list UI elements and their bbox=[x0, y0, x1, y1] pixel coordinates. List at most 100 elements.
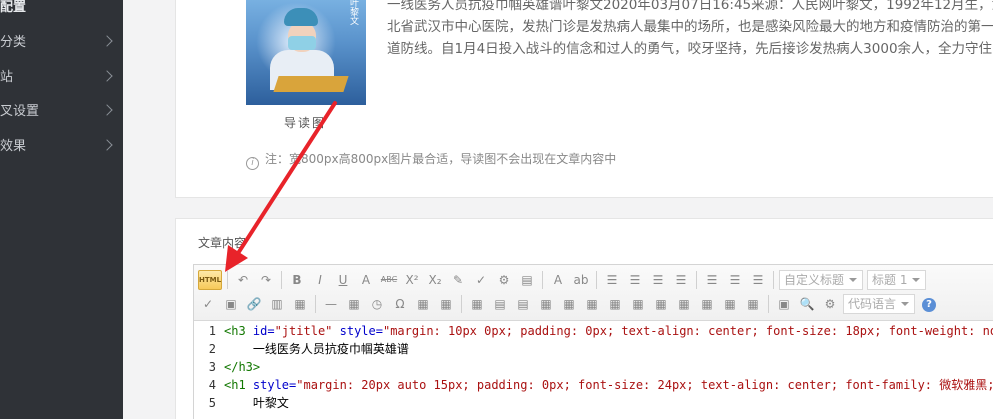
split-cells-icon[interactable]: ▦ bbox=[697, 294, 717, 314]
help-button[interactable]: ? bbox=[919, 294, 939, 314]
code-language-select[interactable]: 代码语言 bbox=[843, 294, 916, 314]
toolbar-separator bbox=[227, 271, 228, 289]
html-source-button[interactable]: HTML bbox=[198, 270, 222, 290]
code-token: </h3> bbox=[224, 360, 261, 374]
content-section-label: 文章内容 bbox=[196, 234, 249, 251]
font-border-icon[interactable]: A bbox=[356, 270, 376, 290]
sidebar-item-config[interactable]: 配置 bbox=[0, 0, 123, 18]
code-text: <h1 style="margin: 20px auto 15px; paddi… bbox=[224, 376, 993, 394]
code-token: id= bbox=[252, 324, 275, 338]
font-color-icon[interactable]: A bbox=[548, 270, 568, 290]
toolbar-separator bbox=[461, 295, 462, 313]
snapscreen-icon[interactable]: ▦ bbox=[413, 294, 433, 314]
sidebar-item-category[interactable]: 分类 bbox=[0, 33, 123, 53]
code-text: 一线医务人员抗疫巾帼英雄谱 bbox=[224, 340, 409, 358]
heading-select[interactable]: 标题 1 bbox=[867, 270, 927, 290]
wordimage-icon[interactable]: ▦ bbox=[436, 294, 456, 314]
preview-icon[interactable]: 🔍 bbox=[797, 294, 817, 314]
html-source-code[interactable]: 1 <h3 id="jtitle" style="margin: 10px 0px… bbox=[194, 322, 993, 419]
line-number: 1 bbox=[208, 324, 216, 338]
code-text: </h3> bbox=[224, 358, 260, 376]
code-token: style= bbox=[339, 324, 383, 338]
code-line: 3 </h3> bbox=[194, 358, 993, 376]
merge-down-icon[interactable]: ▦ bbox=[674, 294, 694, 314]
select-all-icon[interactable]: ☰ bbox=[648, 270, 668, 290]
code-token: "jtitle" bbox=[274, 324, 333, 338]
image-icon[interactable]: ▥ bbox=[267, 294, 287, 314]
format-brush-icon[interactable]: ✓ bbox=[471, 270, 491, 290]
paste-plain-icon[interactable]: ▤ bbox=[517, 270, 537, 290]
code-token: "margin: 10px 0px; padding: 0px; text-al… bbox=[382, 324, 993, 338]
toolbar-separator bbox=[696, 271, 697, 289]
chevron-right-icon bbox=[101, 70, 113, 82]
code-line: 5 叶黎文 bbox=[194, 394, 993, 412]
print-icon[interactable]: ▣ bbox=[774, 294, 794, 314]
insert-table-icon[interactable]: ▦ bbox=[467, 294, 487, 314]
time-icon[interactable]: ◷ bbox=[367, 294, 387, 314]
toolbar-row-1: HTML ↶ ↷ B I U A ABC X² X₂ ✎ ✓ ⚙ ▤ Aab ☰ ☰ ☰ ☰ ☰ ☰ ☰ 自定义标题 标题 1 bbox=[198, 270, 930, 294]
sidebar-item-label: 分类 bbox=[0, 35, 27, 50]
redo-icon[interactable]: ↷ bbox=[256, 270, 276, 290]
highlight-color-icon[interactable]: ab bbox=[571, 270, 591, 290]
paragraph-spacing-icon[interactable]: ☰ bbox=[702, 270, 722, 290]
code-line: 2 一线医务人员抗疫巾帼英雄谱 bbox=[194, 340, 993, 358]
date-icon[interactable]: ▦ bbox=[344, 294, 364, 314]
thumbnail-vertical-text: 叶黎文 bbox=[348, 0, 358, 25]
delete-table-icon[interactable]: ▤ bbox=[490, 294, 510, 314]
code-token: <h1 bbox=[224, 378, 253, 392]
superscript-icon[interactable]: X² bbox=[402, 270, 422, 290]
thumbnail-caption: 导读图 bbox=[284, 116, 327, 130]
rich-text-editor[interactable]: HTML ↶ ↷ B I U A ABC X² X₂ ✎ ✓ ⚙ ▤ Aab ☰ ☰ ☰ ☰ ☰ ☰ ☰ 自定义标题 标题 1… bbox=[193, 264, 993, 419]
eraser-icon[interactable]: ✎ bbox=[448, 270, 468, 290]
thumbnail-image[interactable]: 叶黎文 bbox=[246, 0, 366, 105]
auto-format-icon[interactable]: ⚙ bbox=[494, 270, 514, 290]
code-line: 4 <h1 style="margin: 20px auto 15px; padd… bbox=[194, 376, 993, 394]
code-text: <h3 id="jtitle" style="margin: 10px 0px;… bbox=[224, 322, 993, 340]
code-line: 1 <h3 id="jtitle" style="margin: 10px 0px… bbox=[194, 322, 993, 340]
ordered-list-icon[interactable]: ☰ bbox=[602, 270, 622, 290]
code-text: 叶黎文 bbox=[224, 394, 289, 412]
sidebar-item-settings[interactable]: 叉设置 bbox=[0, 102, 123, 122]
search-replace-icon[interactable]: ⚙ bbox=[820, 294, 840, 314]
unordered-list-icon[interactable]: ☰ bbox=[625, 270, 645, 290]
thumbnail-note: i 注：宽800px高800px图片最合适，导读图不会出现在文章内容中 bbox=[246, 150, 616, 170]
help-icon: ? bbox=[922, 297, 937, 312]
insert-paragraph-before-table-icon[interactable]: ▤ bbox=[513, 294, 533, 314]
underline-icon[interactable]: U bbox=[333, 270, 353, 290]
split-rows-icon[interactable]: ▦ bbox=[720, 294, 740, 314]
strikethrough-icon[interactable]: ABC bbox=[379, 270, 399, 290]
italic-icon[interactable]: I bbox=[310, 270, 330, 290]
line-number: 2 bbox=[208, 342, 216, 356]
insert-col-icon[interactable]: ▦ bbox=[582, 294, 602, 314]
custom-title-select[interactable]: 自定义标题 bbox=[779, 270, 864, 290]
editor-toolbar: HTML ↶ ↷ B I U A ABC X² X₂ ✎ ✓ ⚙ ▤ Aab ☰ ☰ ☰ ☰ ☰ ☰ ☰ 自定义标题 标题 1… bbox=[194, 265, 993, 321]
special-chars-icon[interactable]: Ω bbox=[390, 294, 410, 314]
toolbar-separator bbox=[281, 271, 282, 289]
link-icon[interactable]: 🔗 bbox=[244, 294, 264, 314]
clear-doc-icon[interactable]: ☰ bbox=[671, 270, 691, 290]
merge-cells-icon[interactable]: ▦ bbox=[628, 294, 648, 314]
delete-col-icon[interactable]: ▦ bbox=[605, 294, 625, 314]
undo-icon[interactable]: ↶ bbox=[233, 270, 253, 290]
save-icon[interactable]: ▣ bbox=[221, 294, 241, 314]
bold-icon[interactable]: B bbox=[287, 270, 307, 290]
insert-row-icon[interactable]: ▦ bbox=[536, 294, 556, 314]
sidebar-item-site[interactable]: 站 bbox=[0, 68, 123, 88]
merge-right-icon[interactable]: ▦ bbox=[651, 294, 671, 314]
split-cols-icon[interactable]: ▦ bbox=[743, 294, 763, 314]
media-icon[interactable]: ▦ bbox=[290, 294, 310, 314]
article-excerpt: 一线医务人员抗疫巾帼英雄谱叶黎文2020年03月07日16:45来源：人民网叶黎… bbox=[387, 0, 993, 57]
main-content: 叶黎文 × 导读图 一线医务人员抗疫巾帼英雄谱叶黎文2020年03月07日16:… bbox=[123, 0, 993, 419]
thumbnail-note-text: 注：宽800px高800px图片最合适，导读图不会出现在文章内容中 bbox=[265, 152, 617, 166]
sidebar-item-label: 配置 bbox=[0, 0, 27, 15]
sidebar-item-effects[interactable]: 效果 bbox=[0, 137, 123, 157]
subscript-icon[interactable]: X₂ bbox=[425, 270, 445, 290]
sidebar-item-label: 叉设置 bbox=[0, 104, 40, 119]
directionality-icon[interactable]: ✓ bbox=[198, 294, 218, 314]
horizontal-rule-icon[interactable]: — bbox=[321, 294, 341, 314]
delete-row-icon[interactable]: ▦ bbox=[559, 294, 579, 314]
row-spacing-icon[interactable]: ☰ bbox=[725, 270, 745, 290]
line-height-icon[interactable]: ☰ bbox=[748, 270, 768, 290]
thumbnail-panel: 叶黎文 × 导读图 一线医务人员抗疫巾帼英雄谱叶黎文2020年03月07日16:… bbox=[175, 0, 993, 198]
